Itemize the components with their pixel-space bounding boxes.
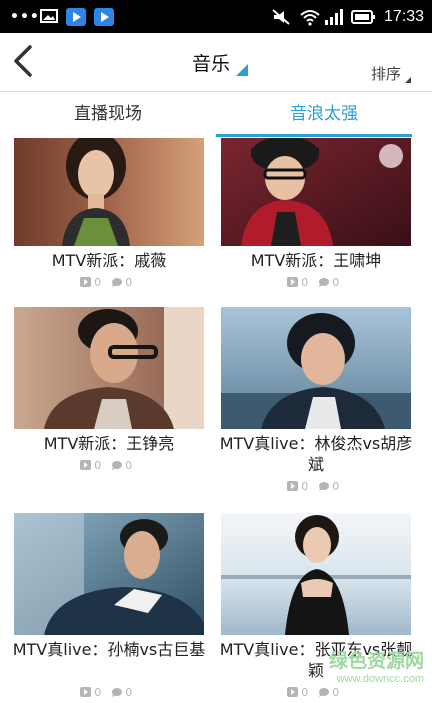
app-header: 音乐 排序 (0, 33, 432, 92)
clock: 17:33 (383, 8, 424, 25)
tab-music-wave[interactable]: 音浪太强 (216, 92, 432, 137)
mute-icon (272, 9, 290, 25)
video-thumbnail[interactable] (14, 513, 204, 635)
video-card[interactable]: MTV新派：戚薇 0 0 (14, 138, 204, 293)
video-stats: 0 0 (221, 479, 411, 493)
play-count-icon (79, 277, 91, 287)
comment-count: 0 (125, 275, 133, 289)
notification-dots: ••• (10, 9, 40, 25)
play-count: 0 (94, 458, 102, 472)
video-card[interactable]: MTV真live：林俊杰vs胡彦斌 0 0 (220, 307, 412, 497)
video-stats: 0 0 (14, 458, 204, 472)
video-thumbnail[interactable] (14, 307, 204, 429)
video-title[interactable]: MTV新派：王铮亮 (6, 433, 212, 454)
comment-icon (318, 688, 329, 697)
video-card[interactable]: MTV真live：孙楠vs古巨基 0 0 (13, 513, 205, 703)
video-thumbnail[interactable] (221, 138, 411, 246)
video-thumbnail[interactable] (221, 307, 411, 429)
video-stats: 0 0 (14, 685, 204, 699)
play-count-icon (79, 460, 91, 470)
comment-icon (318, 482, 329, 491)
video-card[interactable]: MTV新派：王啸坤 0 0 (221, 138, 411, 293)
tab-live[interactable]: 直播现场 (0, 92, 216, 137)
video-title[interactable]: MTV真live：林俊杰vs胡彦斌 (213, 433, 419, 475)
comment-count: 0 (332, 685, 340, 699)
video-stats: 0 0 (221, 275, 411, 289)
active-tab-indicator (216, 134, 412, 137)
play-count: 0 (301, 275, 309, 289)
comment-icon (111, 461, 122, 470)
player-icon (66, 8, 86, 26)
comment-count: 0 (125, 458, 133, 472)
sort-triangle-icon (405, 77, 411, 83)
watermark-url: www.downcc.com (336, 673, 424, 685)
play-count-icon (286, 277, 298, 287)
play-count: 0 (301, 685, 309, 699)
video-stats: 0 0 (14, 275, 204, 289)
comment-count: 0 (332, 479, 340, 493)
play-count-icon (286, 481, 298, 491)
video-card[interactable]: MTV新派：王铮亮 0 0 (14, 307, 204, 477)
tab-bar: 直播现场 音浪太强 (0, 92, 432, 137)
watermark-text: 绿色资源网 (328, 650, 424, 672)
play-count-icon (286, 687, 298, 697)
status-bar: ••• 17:33 (0, 0, 432, 33)
signal-icon (325, 9, 343, 25)
watermark: 绿色资源网 www.downcc.com (329, 646, 424, 685)
wifi-icon (300, 10, 320, 26)
play-count: 0 (94, 275, 102, 289)
dropdown-triangle-icon[interactable] (236, 64, 248, 76)
play-count: 0 (94, 685, 102, 699)
sort-button[interactable]: 排序 (371, 63, 401, 84)
back-arrow-icon[interactable] (6, 41, 40, 81)
video-stats: 0 0 (221, 685, 411, 699)
video-thumbnail[interactable] (14, 138, 204, 246)
video-title[interactable]: MTV真live：孙楠vs古巨基 (6, 639, 212, 660)
play-count-icon (79, 687, 91, 697)
image-icon (40, 9, 58, 23)
video-title[interactable]: MTV新派：戚薇 (6, 250, 212, 271)
comment-count: 0 (125, 685, 133, 699)
video-title[interactable]: MTV新派：王啸坤 (213, 250, 419, 271)
page-title[interactable]: 音乐 (192, 49, 230, 76)
comment-icon (111, 688, 122, 697)
play-count: 0 (301, 479, 309, 493)
video-thumbnail[interactable] (221, 513, 411, 635)
comment-icon (111, 278, 122, 287)
comment-icon (318, 278, 329, 287)
comment-count: 0 (332, 275, 340, 289)
player-icon (94, 8, 114, 26)
battery-icon (351, 10, 375, 24)
